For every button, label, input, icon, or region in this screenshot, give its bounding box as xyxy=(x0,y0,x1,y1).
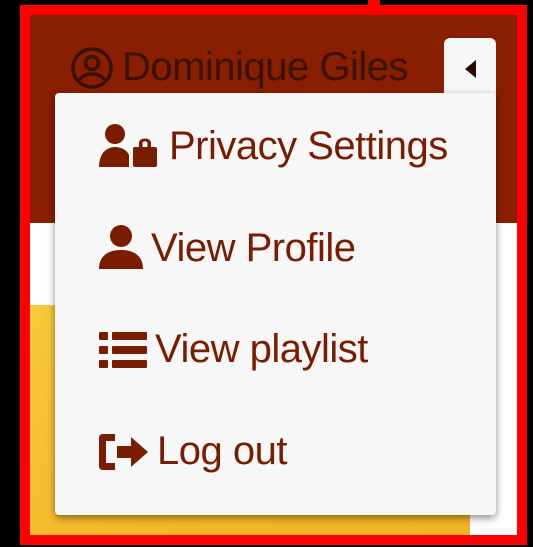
menu-item-view-playlist[interactable]: View playlist xyxy=(99,327,368,372)
menu-toggle-button[interactable] xyxy=(444,38,496,100)
menu-item-log-out[interactable]: Log out xyxy=(99,429,287,474)
menu-item-label: View playlist xyxy=(155,327,368,371)
user-circle-icon xyxy=(71,46,113,89)
list-icon xyxy=(99,331,147,368)
highlight-frame: Dominique Giles Privacy Settings View Pr… xyxy=(20,5,527,545)
user-menu-trigger[interactable]: Dominique Giles xyxy=(70,45,408,90)
sign-out-icon xyxy=(99,433,148,470)
menu-item-label: Privacy Settings xyxy=(169,123,448,168)
menu-item-view-profile[interactable]: View Profile xyxy=(99,225,356,271)
user-name: Dominique Giles xyxy=(122,45,408,89)
menu-item-privacy-settings[interactable]: Privacy Settings xyxy=(99,123,448,169)
caret-left-icon xyxy=(464,60,476,78)
menu-item-label: View Profile xyxy=(151,225,356,270)
menu-item-label: Log out xyxy=(157,429,287,473)
user-dropdown-menu: Privacy Settings View Profile View playl… xyxy=(55,93,496,515)
user-icon xyxy=(99,225,143,269)
user-lock-icon xyxy=(99,124,157,167)
